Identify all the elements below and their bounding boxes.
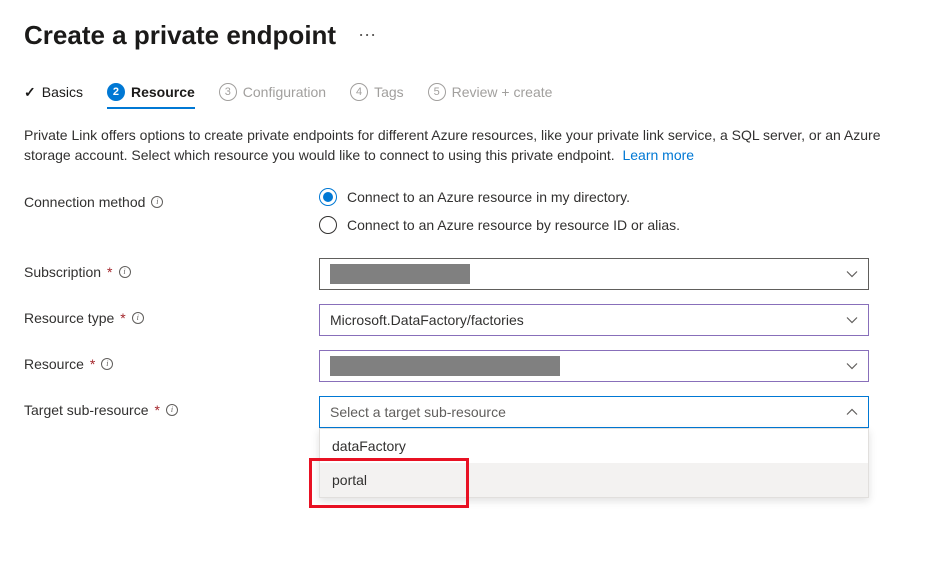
- info-icon[interactable]: i: [132, 312, 144, 324]
- target-sub-resource-dropdown: dataFactory portal: [319, 428, 869, 498]
- tab-label: Basics: [42, 84, 83, 100]
- connection-method-label: Connection method: [24, 194, 145, 210]
- step-number-icon: 5: [428, 83, 446, 101]
- radio-label: Connect to an Azure resource by resource…: [347, 217, 680, 233]
- info-icon[interactable]: i: [151, 196, 163, 208]
- wizard-tabs: ✓ Basics 2 Resource 3 Configuration 4 Ta…: [24, 83, 911, 107]
- step-number-icon: 4: [350, 83, 368, 101]
- more-actions-button[interactable]: ⋯: [354, 21, 381, 50]
- resource-type-label: Resource type: [24, 310, 114, 326]
- info-icon[interactable]: i: [101, 358, 113, 370]
- radio-connect-directory[interactable]: Connect to an Azure resource in my direc…: [319, 188, 869, 206]
- dropdown-option-datafactory[interactable]: dataFactory: [320, 429, 868, 463]
- required-indicator: *: [107, 264, 112, 280]
- connection-method-radiogroup: Connect to an Azure resource in my direc…: [319, 188, 869, 234]
- target-sub-resource-label: Target sub-resource: [24, 402, 149, 418]
- step-number-icon: 3: [219, 83, 237, 101]
- subscription-label: Subscription: [24, 264, 101, 280]
- dropdown-option-portal[interactable]: portal: [320, 463, 868, 497]
- info-icon[interactable]: i: [166, 404, 178, 416]
- tab-label: Configuration: [243, 84, 326, 100]
- select-placeholder: Select a target sub-resource: [330, 404, 506, 420]
- resource-label: Resource: [24, 356, 84, 372]
- info-icon[interactable]: i: [119, 266, 131, 278]
- tab-resource[interactable]: 2 Resource: [107, 83, 195, 107]
- resource-type-select[interactable]: Microsoft.DataFactory/factories: [319, 304, 869, 336]
- learn-more-link[interactable]: Learn more: [622, 147, 694, 163]
- tab-configuration[interactable]: 3 Configuration: [219, 83, 326, 107]
- checkmark-icon: ✓: [24, 84, 36, 101]
- radio-selected-icon: [319, 188, 337, 206]
- chevron-up-icon: [846, 406, 858, 418]
- tab-label: Review + create: [452, 84, 553, 100]
- description-text: Private Link offers options to create pr…: [24, 127, 881, 163]
- required-indicator: *: [155, 402, 160, 418]
- chevron-down-icon: [846, 268, 858, 280]
- radio-connect-resourceid[interactable]: Connect to an Azure resource by resource…: [319, 216, 869, 234]
- tab-review-create[interactable]: 5 Review + create: [428, 83, 553, 107]
- tab-basics[interactable]: ✓ Basics: [24, 84, 83, 107]
- chevron-down-icon: [846, 314, 858, 326]
- radio-unselected-icon: [319, 216, 337, 234]
- step-number-icon: 2: [107, 83, 125, 101]
- resource-type-value: Microsoft.DataFactory/factories: [330, 312, 524, 328]
- page-title: Create a private endpoint: [24, 20, 336, 51]
- masked-value: [330, 264, 470, 284]
- masked-value: [330, 356, 560, 376]
- tab-label: Tags: [374, 84, 404, 100]
- tab-label: Resource: [131, 84, 195, 100]
- chevron-down-icon: [846, 360, 858, 372]
- target-sub-resource-select[interactable]: Select a target sub-resource: [319, 396, 869, 428]
- tab-tags[interactable]: 4 Tags: [350, 83, 404, 107]
- required-indicator: *: [120, 310, 125, 326]
- subscription-select[interactable]: [319, 258, 869, 290]
- resource-select[interactable]: [319, 350, 869, 382]
- tab-description: Private Link offers options to create pr…: [24, 125, 884, 166]
- required-indicator: *: [90, 356, 95, 372]
- radio-label: Connect to an Azure resource in my direc…: [347, 189, 630, 205]
